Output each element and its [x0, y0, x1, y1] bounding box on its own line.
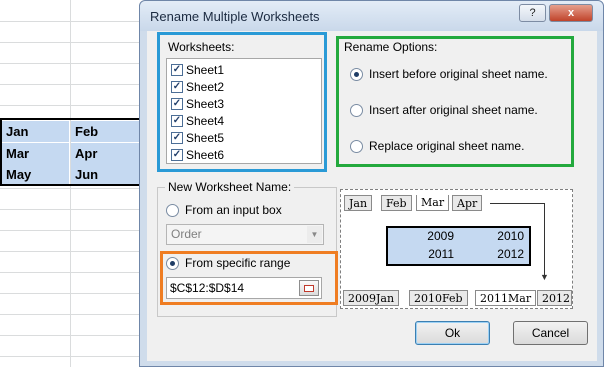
grid-line [0, 230, 142, 231]
checkbox-checked-icon[interactable]: ✓ [171, 80, 183, 93]
grid-line [0, 42, 142, 43]
new-name-label: New Worksheet Name: [165, 180, 295, 194]
radio-selected-icon[interactable] [350, 67, 363, 81]
range-input-value: $C$12:$D$14 [170, 281, 245, 295]
preview-cell: 2009 [427, 229, 454, 243]
preview-tab-active: 2011Mar [475, 290, 537, 306]
preview-illustration: Jan Feb Mar Apr ▼ 2009 2010 2011 2012 20… [340, 189, 573, 309]
dialog-title: Rename Multiple Worksheets [150, 9, 320, 24]
grid-line [0, 63, 142, 64]
option-label: Insert before original sheet name. [369, 67, 548, 81]
dialog-titlebar[interactable]: Rename Multiple Worksheets ? x [140, 1, 603, 31]
worksheet-item-sheet4[interactable]: ✓ Sheet4 [171, 112, 224, 129]
grid-line [0, 335, 142, 336]
range-select-icon [304, 285, 314, 292]
preview-cell: 2012 [497, 247, 524, 261]
option-label: From an input box [185, 203, 282, 217]
insert-before-option[interactable]: Insert before original sheet name. [350, 67, 548, 81]
grid-line [0, 21, 142, 22]
preview-cell: 2011 [428, 247, 454, 261]
from-range-option[interactable]: From specific range [166, 256, 290, 270]
grid-line [0, 251, 142, 252]
preview-tab: 2010Feb [409, 290, 468, 306]
worksheets-label: Worksheets: [168, 40, 235, 54]
grid-line [0, 105, 142, 106]
checkbox-checked-icon[interactable]: ✓ [171, 97, 183, 110]
checkbox-checked-icon[interactable]: ✓ [171, 114, 183, 127]
ok-button[interactable]: Ok [415, 321, 490, 345]
replace-name-option[interactable]: Replace original sheet name. [350, 139, 524, 153]
worksheet-item-sheet6[interactable]: ✓ Sheet6 [171, 146, 224, 163]
grid-line [0, 314, 142, 315]
grid-line [0, 356, 142, 357]
preview-cell: 2010 [497, 229, 524, 243]
worksheet-item-sheet5[interactable]: ✓ Sheet5 [171, 129, 224, 146]
rename-options-label: Rename Options: [344, 40, 438, 54]
preview-tab: Jan [344, 195, 373, 211]
close-button[interactable]: x [549, 4, 593, 22]
worksheet-name: Sheet5 [186, 130, 225, 145]
worksheet-item-sheet1[interactable]: ✓ Sheet1 [171, 61, 224, 78]
worksheet-item-sheet2[interactable]: ✓ Sheet2 [171, 78, 224, 95]
grid-line [0, 293, 142, 294]
cancel-button[interactable]: Cancel [513, 321, 588, 345]
worksheets-list[interactable]: ✓ Sheet1 ✓ Sheet2 ✓ Sheet3 ✓ Sheet4 ✓ Sheet5 … [166, 58, 322, 164]
arrow-line [544, 203, 545, 275]
preview-tab: Apr [452, 195, 483, 211]
worksheet-name: Sheet2 [186, 79, 225, 94]
radio-icon[interactable] [166, 203, 179, 217]
option-label: Insert after original sheet name. [369, 103, 538, 117]
selected-range-outline [0, 118, 141, 186]
grid-line [0, 188, 142, 189]
preview-tab: 2012 [537, 290, 572, 306]
help-button[interactable]: ? [519, 4, 546, 22]
radio-icon[interactable] [350, 139, 363, 153]
worksheet-name: Sheet6 [186, 147, 225, 162]
checkbox-checked-icon[interactable]: ✓ [171, 148, 183, 161]
checkbox-checked-icon[interactable]: ✓ [171, 131, 183, 144]
arrow-line [490, 203, 534, 204]
grid-line [0, 272, 142, 273]
range-input[interactable]: $C$12:$D$14 [166, 277, 322, 299]
checkbox-checked-icon[interactable]: ✓ [171, 63, 183, 76]
option-label: From specific range [185, 256, 291, 270]
grid-line [0, 84, 142, 85]
order-dropdown-value: Order [171, 227, 202, 241]
option-label: Replace original sheet name. [369, 139, 525, 153]
from-input-box-option[interactable]: From an input box [166, 203, 282, 217]
range-select-button[interactable] [299, 280, 319, 296]
radio-icon[interactable] [350, 103, 363, 117]
worksheet-item-sheet3[interactable]: ✓ Sheet3 [171, 95, 224, 112]
worksheet-name: Sheet4 [186, 113, 225, 128]
preview-tab: 2009Jan [343, 290, 400, 306]
preview-tab-active: Mar [416, 195, 450, 211]
worksheet-name: Sheet1 [186, 62, 225, 77]
arrow-line [534, 203, 545, 204]
preview-tab: Feb [381, 195, 412, 211]
worksheet-name: Sheet3 [186, 96, 225, 111]
grid-line [0, 209, 142, 210]
chevron-down-icon: ▼ [307, 226, 322, 243]
arrow-down-icon: ▼ [540, 272, 549, 282]
radio-selected-icon[interactable] [166, 256, 179, 270]
order-dropdown: Order ▼ [166, 224, 324, 245]
insert-after-option[interactable]: Insert after original sheet name. [350, 103, 538, 117]
